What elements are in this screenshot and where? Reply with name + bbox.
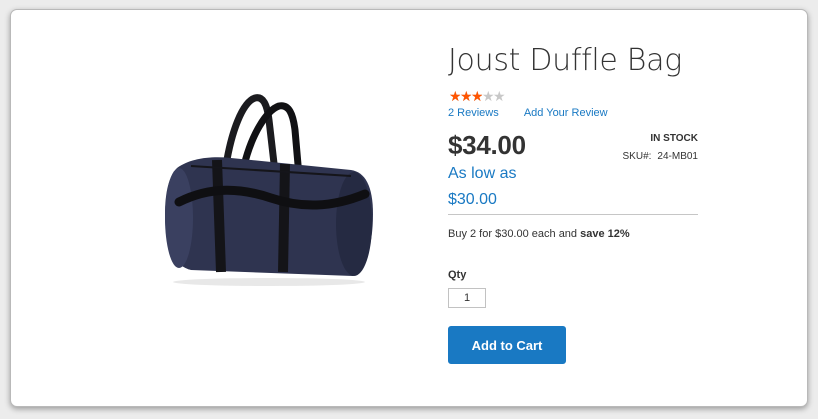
as-low-as-price: $30.00 [448, 191, 497, 208]
qty-label: Qty [448, 269, 467, 281]
as-low-as-block: As low as $30.00 [448, 161, 516, 213]
reviews-count-link[interactable]: 2 Reviews [448, 107, 499, 119]
star-fill: ★ [471, 88, 482, 104]
sku: SKU#: 24-MB01 [623, 151, 698, 162]
add-review-link[interactable]: Add Your Review [524, 107, 608, 119]
qty-input[interactable] [448, 288, 486, 308]
tier-savings: save 12% [580, 228, 630, 240]
as-low-as-label: As low as [448, 165, 517, 182]
star-icon: ★ ★ [471, 88, 484, 104]
duffle-bag-image [165, 94, 373, 286]
divider [448, 214, 698, 215]
add-to-cart-button[interactable]: Add to Cart [448, 326, 566, 364]
star-icon: ★ ★ [449, 88, 462, 104]
star-fill: ★ [460, 88, 471, 104]
rating-stars: ★ ★ ★ ★ ★ ★ ★★ [449, 88, 506, 104]
sku-value: 24-MB01 [657, 151, 698, 162]
sku-label: SKU#: [622, 151, 652, 162]
product-price: $34.00 [448, 130, 526, 160]
product-info: Joust Duffle Bag ★ ★ ★ ★ ★ ★ ★★ 2 Reviews Add … [448, 10, 698, 406]
product-page: Joust Duffle Bag ★ ★ ★ ★ ★ ★ ★★ 2 Reviews Add … [10, 9, 808, 407]
star-fill: ★ [449, 88, 460, 104]
review-links: 2 Reviews Add Your Review [448, 107, 608, 119]
product-title: Joust Duffle Bag [448, 43, 682, 78]
star-icon: ★ [493, 88, 506, 104]
star-icon: ★ ★ [460, 88, 473, 104]
stock-status: IN STOCK [650, 133, 698, 144]
star-icon: ★ [482, 88, 495, 104]
tier-price-offer: Buy 2 for $30.00 each and save 12% [448, 228, 630, 240]
product-image[interactable] [151, 90, 381, 290]
tier-price-text: Buy 2 for $30.00 each and [448, 228, 581, 240]
